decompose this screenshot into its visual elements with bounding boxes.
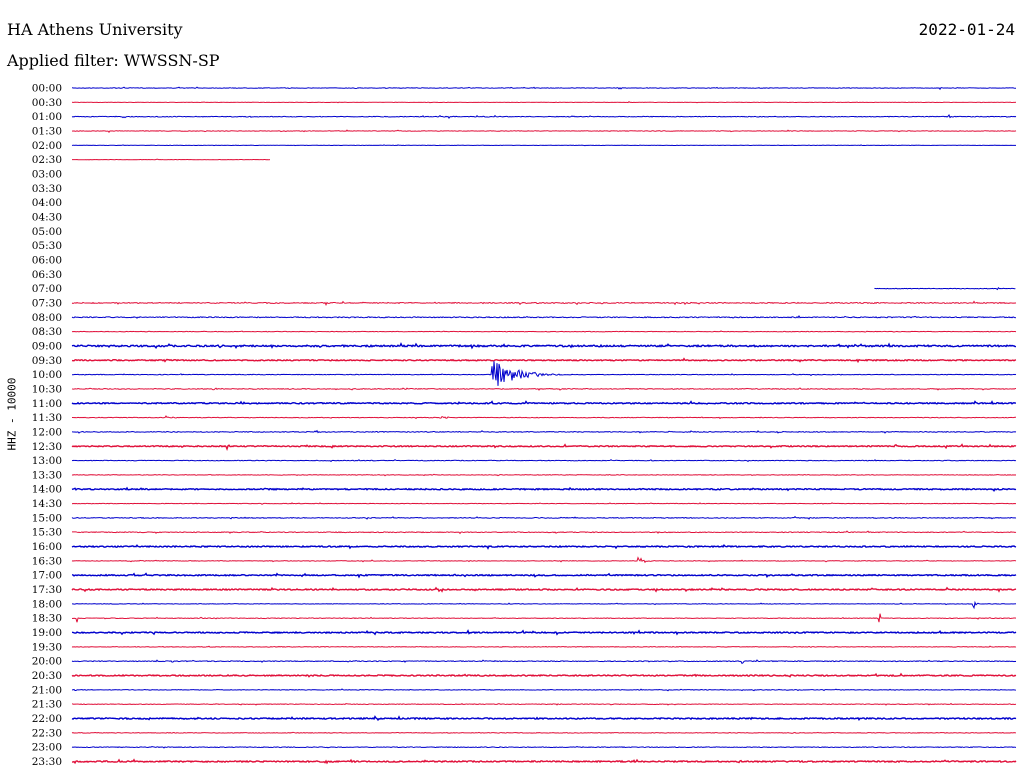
trace-line <box>71 101 1017 104</box>
time-tick-label: 23:30 <box>32 756 62 768</box>
time-tick-label: 09:30 <box>32 355 62 367</box>
trace-line <box>71 758 1017 765</box>
time-tick-label: 07:30 <box>32 297 62 309</box>
trace-line <box>71 659 1017 665</box>
time-tick-label: 02:30 <box>32 154 62 166</box>
time-tick-label: 01:30 <box>32 125 62 137</box>
trace-line <box>71 129 1017 133</box>
trace-line <box>71 613 1017 623</box>
time-tick-label: 18:30 <box>32 613 62 625</box>
time-tick-label: 16:30 <box>32 555 62 567</box>
trace-line <box>71 688 1017 692</box>
time-tick-label: 22:00 <box>32 713 62 725</box>
trace-line <box>71 556 1017 564</box>
trace-line <box>71 745 1017 749</box>
time-tick-label: 19:00 <box>32 627 62 639</box>
trace-line <box>71 629 1017 636</box>
time-tick-label: 04:00 <box>32 197 62 209</box>
trace-line <box>71 715 1017 722</box>
trace-line <box>71 387 1017 391</box>
trace-line <box>874 287 1016 291</box>
time-tick-label: 05:00 <box>32 226 62 238</box>
time-tick-label: 09:00 <box>32 340 62 352</box>
time-tick-label: 14:00 <box>32 484 62 496</box>
time-tick-label: 14:30 <box>32 498 62 510</box>
time-tick-label: 12:30 <box>32 441 62 453</box>
trace-line <box>71 361 1017 386</box>
time-tick-label: 01:00 <box>32 111 62 123</box>
helicorder-plot: 00:00 00:30 01:00 01:30 02:00 02:30 03:00 03:30… <box>32 83 1017 768</box>
time-tick-label: 08:00 <box>32 312 62 324</box>
time-tick-label: 04:30 <box>32 211 62 223</box>
time-tick-label: 18:00 <box>32 598 62 610</box>
time-tick-label: 11:30 <box>32 412 62 424</box>
trace-line <box>71 429 1017 434</box>
trace-line <box>71 300 1017 306</box>
time-tick-label: 06:30 <box>32 269 62 281</box>
time-tick-label: 21:30 <box>32 699 62 711</box>
trace-line <box>71 586 1017 593</box>
trace-line <box>71 544 1017 550</box>
trace-line <box>71 144 1017 147</box>
trace-line <box>71 600 1017 610</box>
time-tick-label: 10:30 <box>32 383 62 395</box>
trace-line <box>71 645 1017 648</box>
time-tick-label: 05:30 <box>32 240 62 252</box>
time-tick-label: 00:30 <box>32 97 62 109</box>
trace-line <box>71 357 1017 364</box>
trace-line <box>71 443 1017 452</box>
trace-line <box>71 702 1017 706</box>
time-tick-label: 17:00 <box>32 570 62 582</box>
time-tick-label: 19:30 <box>32 641 62 653</box>
trace-line <box>71 415 1017 420</box>
time-tick-label: 00:00 <box>32 83 62 95</box>
time-tick-label: 03:00 <box>32 168 62 180</box>
time-tick-label: 16:00 <box>32 541 62 553</box>
time-tick-label: 06:00 <box>32 254 62 266</box>
time-tick-label: 03:30 <box>32 183 62 195</box>
time-tick-label: 10:00 <box>32 369 62 381</box>
time-tick-label: 02:00 <box>32 140 62 152</box>
trace-line <box>71 530 1017 535</box>
time-tick-label: 20:00 <box>32 656 62 668</box>
trace-line <box>71 486 1017 492</box>
trace-line <box>71 86 1017 91</box>
trace-line <box>71 315 1017 319</box>
time-tick-label: 13:00 <box>32 455 62 467</box>
trace-line <box>71 516 1017 520</box>
trace-line <box>71 158 271 161</box>
trace-line <box>71 572 1017 579</box>
trace-line <box>71 731 1017 734</box>
trace-line <box>71 672 1017 678</box>
time-tick-label: 20:30 <box>32 670 62 682</box>
trace-line <box>71 459 1017 463</box>
time-tick-label: 21:00 <box>32 684 62 696</box>
time-tick-label: 08:30 <box>32 326 62 338</box>
time-tick-label: 12:00 <box>32 426 62 438</box>
trace-line <box>71 330 1017 333</box>
time-tick-label: 23:00 <box>32 742 62 754</box>
time-tick-label: 22:30 <box>32 727 62 739</box>
time-tick-label: 15:00 <box>32 512 62 524</box>
trace-line <box>71 502 1016 505</box>
time-tick-label: 13:30 <box>32 469 62 481</box>
time-tick-label: 07:00 <box>32 283 62 295</box>
time-tick-label: 11:00 <box>32 398 62 410</box>
trace-line <box>71 114 1017 120</box>
time-tick-label: 17:30 <box>32 584 62 596</box>
trace-line <box>71 473 1017 477</box>
trace-line <box>71 400 1017 405</box>
time-tick-label: 15:30 <box>32 527 62 539</box>
trace-line <box>71 342 1017 350</box>
